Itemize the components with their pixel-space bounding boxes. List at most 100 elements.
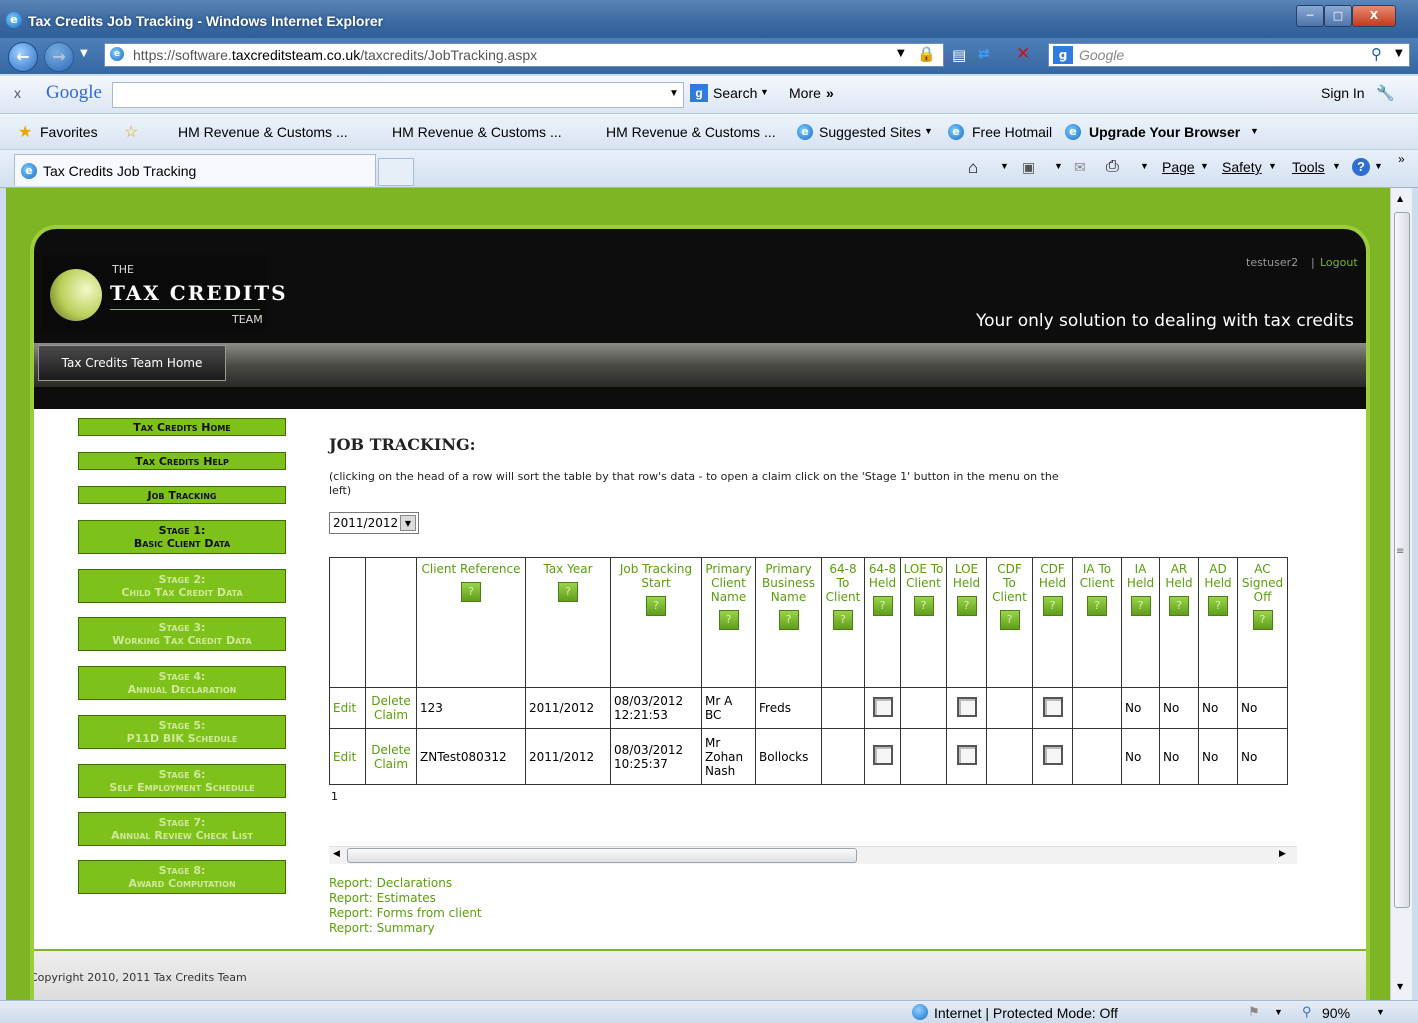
sidebar-item-tax-credits-help[interactable]: Tax Credits Help xyxy=(78,452,286,470)
search-box[interactable]: g Google ⚲ ▼ xyxy=(1048,43,1410,67)
horizontal-scrollbar[interactable]: ◀ ▶ xyxy=(329,846,1297,864)
search-dropdown-icon[interactable]: ▼ xyxy=(760,87,769,97)
suggested-sites-dropdown-icon[interactable]: ▼ xyxy=(924,126,933,136)
security-zone-text[interactable]: Internet | Protected Mode: Off xyxy=(934,1005,1118,1021)
sort-help-icon[interactable]: ? xyxy=(999,610,1020,630)
delete-claim-link[interactable]: Delete Claim xyxy=(365,728,417,785)
toolbar-close-button[interactable]: x xyxy=(14,85,21,101)
scroll-up-icon[interactable]: ▲ xyxy=(1397,194,1403,203)
magnifier-icon[interactable]: ⚲ xyxy=(1371,45,1382,63)
column-header-64-8-held[interactable]: 64-8 Held? xyxy=(864,557,901,688)
protected-mode-icon[interactable]: ⚑ xyxy=(1248,1004,1260,1020)
upgrade-browser-button[interactable]: Upgrade Your Browser xyxy=(1089,124,1240,140)
edit-link[interactable]: Edit xyxy=(329,687,366,729)
favorite-link-hmrc-3[interactable]: HM Revenue & Customs ... xyxy=(606,124,776,140)
report-forms-from-client-link[interactable]: Report: Forms from client xyxy=(329,906,482,921)
stop-icon[interactable]: ✕ xyxy=(1016,44,1030,64)
tools-menu[interactable]: Tools xyxy=(1292,159,1325,175)
home-icon[interactable]: ⌂ xyxy=(968,158,978,178)
tax-credits-team-home-tab[interactable]: Tax Credits Team Home xyxy=(38,345,226,381)
sort-help-icon[interactable]: ? xyxy=(913,596,934,616)
checkbox-loe-held[interactable] xyxy=(956,696,977,717)
search-history-icon[interactable]: ▼ xyxy=(669,88,679,99)
column-header-64-8-to-client[interactable]: 64-8 To Client? xyxy=(821,557,865,688)
maximize-button[interactable]: □ xyxy=(1324,5,1352,27)
back-button[interactable]: ← xyxy=(8,42,38,72)
help-icon[interactable]: ? xyxy=(1352,158,1370,176)
address-bar[interactable]: e https://software.taxcreditsteam.co.uk/… xyxy=(104,43,944,67)
column-header-ad-held[interactable]: AD Held? xyxy=(1198,557,1238,688)
upgrade-dropdown-icon[interactable]: ▼ xyxy=(1250,126,1259,136)
sign-in-link[interactable]: Sign In xyxy=(1321,85,1365,101)
free-hotmail-link[interactable]: Free Hotmail xyxy=(972,124,1052,140)
minimize-button[interactable]: ─ xyxy=(1296,5,1324,27)
tab-active[interactable]: e Tax Credits Job Tracking xyxy=(14,154,376,186)
column-header-loe-held[interactable]: LOE Held? xyxy=(946,557,987,688)
report-summary-link[interactable]: Report: Summary xyxy=(329,921,482,936)
sort-help-icon[interactable]: ? xyxy=(778,610,799,630)
mail-icon[interactable]: ✉ xyxy=(1074,159,1086,176)
sort-help-icon[interactable]: ? xyxy=(1087,596,1107,616)
vertical-scrollbar[interactable]: ▲ ≡ ▼ xyxy=(1390,188,1412,1000)
column-header-ia-to-client[interactable]: IA To Client? xyxy=(1072,557,1122,688)
history-dropdown-icon[interactable]: ▼ xyxy=(80,48,88,59)
report-estimates-link[interactable]: Report: Estimates xyxy=(329,891,482,906)
sort-help-icon[interactable]: ? xyxy=(1130,596,1151,616)
sort-help-icon[interactable]: ? xyxy=(833,610,853,630)
safety-menu[interactable]: Safety xyxy=(1222,159,1262,175)
add-favorite-icon[interactable]: ☆ xyxy=(124,122,138,142)
logout-link[interactable]: Logout xyxy=(1320,256,1358,269)
scroll-left-icon[interactable]: ◀ xyxy=(333,849,340,859)
report-declarations-link[interactable]: Report: Declarations xyxy=(329,876,482,891)
print-icon[interactable]: ⎙ xyxy=(1106,158,1119,176)
checkbox-64-8-held[interactable] xyxy=(872,696,893,717)
page-menu[interactable]: Page xyxy=(1162,159,1195,175)
column-header-cdf-held[interactable]: CDF Held? xyxy=(1032,557,1073,688)
zoom-dropdown-icon[interactable]: ▼ xyxy=(1376,1007,1385,1017)
favorite-link-hmrc-2[interactable]: HM Revenue & Customs ... xyxy=(392,124,562,140)
protected-dropdown-icon[interactable]: ▼ xyxy=(1274,1007,1283,1017)
column-header-ar-held[interactable]: AR Held? xyxy=(1159,557,1199,688)
column-header-primary-client-name[interactable]: Primary Client Name? xyxy=(701,557,756,688)
chevron-down-icon[interactable]: ▼ xyxy=(400,515,416,531)
scroll-thumb[interactable] xyxy=(1394,212,1410,908)
column-header-cdf-to-client[interactable]: CDF To Client? xyxy=(986,557,1033,688)
column-header-primary-business-name[interactable]: Primary Business Name? xyxy=(755,557,822,688)
checkbox-cdf-held[interactable] xyxy=(1042,696,1063,717)
checkbox-cdf-held[interactable] xyxy=(1042,745,1063,765)
delete-claim-link[interactable]: Delete Claim xyxy=(365,687,417,729)
feeds-dropdown-icon[interactable]: ▼ xyxy=(1054,161,1063,171)
tax-year-select[interactable]: 2011/2012 ▼ xyxy=(329,512,419,534)
search-options-icon[interactable]: ▼ xyxy=(1395,48,1403,59)
sort-help-icon[interactable]: ? xyxy=(1042,596,1063,616)
print-dropdown-icon[interactable]: ▼ xyxy=(1140,161,1149,171)
sort-help-icon[interactable]: ? xyxy=(718,610,739,630)
sort-help-icon[interactable]: ? xyxy=(872,596,893,616)
column-header-job-tracking-start[interactable]: Job Tracking Start? xyxy=(610,557,702,688)
refresh-icon[interactable]: ⇄ xyxy=(978,46,990,62)
wrench-icon[interactable]: 🔧 xyxy=(1376,84,1395,102)
sort-help-icon[interactable]: ? xyxy=(1208,596,1228,616)
sort-help-icon[interactable]: ? xyxy=(558,582,578,602)
column-header-loe-to-client[interactable]: LOE To Client? xyxy=(900,557,947,688)
home-dropdown-icon[interactable]: ▼ xyxy=(1000,161,1009,171)
scroll-right-icon[interactable]: ▶ xyxy=(1279,849,1286,859)
close-window-button[interactable]: X xyxy=(1352,5,1396,27)
address-dropdown-icon[interactable]: ▼ xyxy=(897,48,905,59)
zoom-level[interactable]: 90% xyxy=(1322,1005,1350,1021)
sort-help-icon[interactable]: ? xyxy=(461,582,481,602)
favorites-button[interactable]: Favorites xyxy=(40,124,98,140)
sidebar-item-tax-credits-home[interactable]: Tax Credits Home xyxy=(78,418,286,436)
lock-icon[interactable]: 🔒 xyxy=(917,45,936,63)
compatibility-icon[interactable]: ▤ xyxy=(952,46,966,64)
horizontal-scroll-thumb[interactable] xyxy=(347,848,857,863)
new-tab-button[interactable] xyxy=(378,158,414,186)
scroll-down-icon[interactable]: ▼ xyxy=(1397,982,1403,991)
pager-page-1[interactable]: 1 xyxy=(331,790,338,803)
column-header-ia-held[interactable]: IA Held? xyxy=(1121,557,1160,688)
favorite-link-hmrc-1[interactable]: HM Revenue & Customs ... xyxy=(178,124,348,140)
checkbox-64-8-held[interactable] xyxy=(872,745,893,765)
sidebar-item-stage-1[interactable]: Stage 1: Basic Client Data xyxy=(78,520,286,554)
google-toolbar-search-input[interactable]: ▼ xyxy=(112,82,684,108)
sort-help-icon[interactable]: ? xyxy=(956,596,977,616)
